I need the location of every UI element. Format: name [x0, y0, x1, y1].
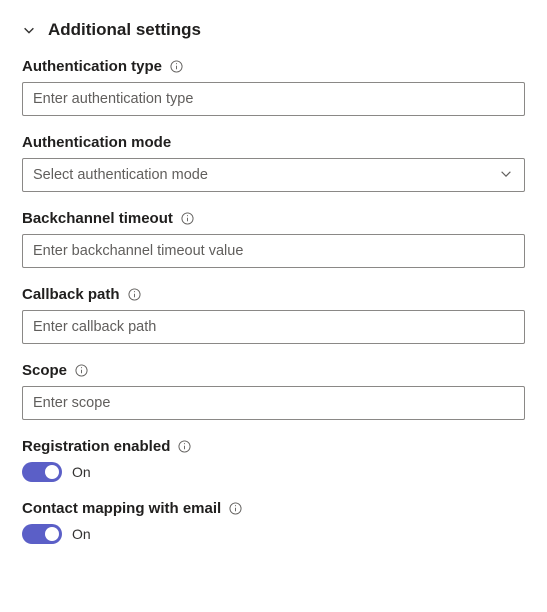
- registration-enabled-label: Registration enabled: [22, 438, 170, 455]
- contact-mapping-toggle[interactable]: [22, 524, 62, 544]
- contact-mapping-state: On: [72, 526, 91, 542]
- info-icon[interactable]: [178, 440, 191, 453]
- scope-label: Scope: [22, 362, 67, 379]
- authentication-mode-label: Authentication mode: [22, 134, 171, 151]
- callback-path-label: Callback path: [22, 286, 120, 303]
- chevron-down-icon[interactable]: [22, 23, 36, 37]
- info-icon[interactable]: [181, 212, 194, 225]
- authentication-type-input[interactable]: [22, 82, 525, 116]
- toggle-thumb: [45, 527, 59, 541]
- registration-enabled-state: On: [72, 464, 91, 480]
- authentication-mode-select[interactable]: Select authentication mode: [22, 158, 525, 192]
- field-scope: Scope: [22, 362, 525, 420]
- field-contact-mapping: Contact mapping with email On: [22, 500, 525, 544]
- info-icon[interactable]: [229, 502, 242, 515]
- backchannel-timeout-label: Backchannel timeout: [22, 210, 173, 227]
- field-backchannel-timeout: Backchannel timeout: [22, 210, 525, 268]
- callback-path-input[interactable]: [22, 310, 525, 344]
- toggle-row: On: [22, 462, 525, 482]
- field-label-row: Authentication mode: [22, 134, 525, 151]
- authentication-mode-placeholder: Select authentication mode: [33, 167, 208, 183]
- info-icon[interactable]: [170, 60, 183, 73]
- field-label-row: Scope: [22, 362, 525, 379]
- info-icon[interactable]: [75, 364, 88, 377]
- backchannel-timeout-input[interactable]: [22, 234, 525, 268]
- info-icon[interactable]: [128, 288, 141, 301]
- field-label-row: Authentication type: [22, 58, 525, 75]
- field-callback-path: Callback path: [22, 286, 525, 344]
- field-label-row: Registration enabled: [22, 438, 525, 455]
- field-label-row: Contact mapping with email: [22, 500, 525, 517]
- section-header: Additional settings: [22, 20, 525, 40]
- contact-mapping-label: Contact mapping with email: [22, 500, 221, 517]
- authentication-type-label: Authentication type: [22, 58, 162, 75]
- field-authentication-type: Authentication type: [22, 58, 525, 116]
- authentication-mode-select-wrap: Select authentication mode: [22, 158, 525, 192]
- field-registration-enabled: Registration enabled On: [22, 438, 525, 482]
- field-label-row: Callback path: [22, 286, 525, 303]
- toggle-thumb: [45, 465, 59, 479]
- scope-input[interactable]: [22, 386, 525, 420]
- toggle-row: On: [22, 524, 525, 544]
- field-label-row: Backchannel timeout: [22, 210, 525, 227]
- registration-enabled-toggle[interactable]: [22, 462, 62, 482]
- section-title: Additional settings: [48, 20, 201, 40]
- field-authentication-mode: Authentication mode Select authenticatio…: [22, 134, 525, 192]
- additional-settings-panel: Additional settings Authentication type …: [0, 0, 547, 568]
